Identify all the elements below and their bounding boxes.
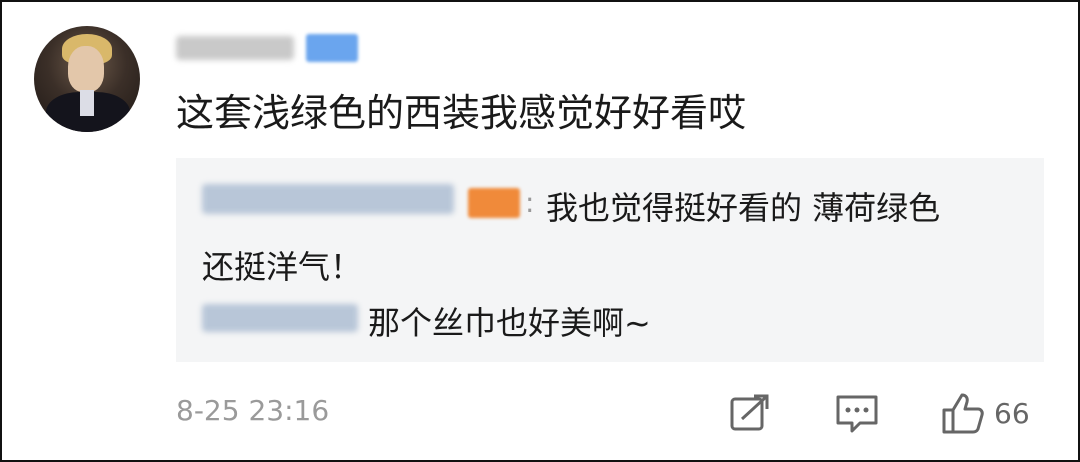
reply1-badge [468,188,520,218]
user-badge [306,34,358,62]
username-blurred[interactable] [176,36,294,60]
reply2-text: 那个丝巾也好美啊~ [368,304,651,342]
reply2-username-blurred[interactable] [202,304,358,332]
timestamp: 8-25 23:16 [176,394,330,427]
thumbs-up-icon [942,393,984,434]
avatar[interactable] [34,26,140,132]
comment-icon [836,395,878,433]
comment-button[interactable] [834,390,880,436]
like-count: 66 [994,396,1030,430]
reply1-separator: : [525,186,535,219]
avatar-collar [80,90,94,116]
share-icon [730,394,769,431]
share-button[interactable] [728,390,774,436]
reply1-username-blurred[interactable] [202,184,454,214]
comment-text: 这套浅绿色的西装我感觉好好看哎 [176,91,747,135]
reply1-text-line1: 我也觉得挺好看的 薄荷绿色 [546,189,941,227]
avatar-face [68,46,104,92]
like-button[interactable]: 66 [940,390,1050,436]
reply1-text-line2: 还挺洋气！ [202,248,363,286]
